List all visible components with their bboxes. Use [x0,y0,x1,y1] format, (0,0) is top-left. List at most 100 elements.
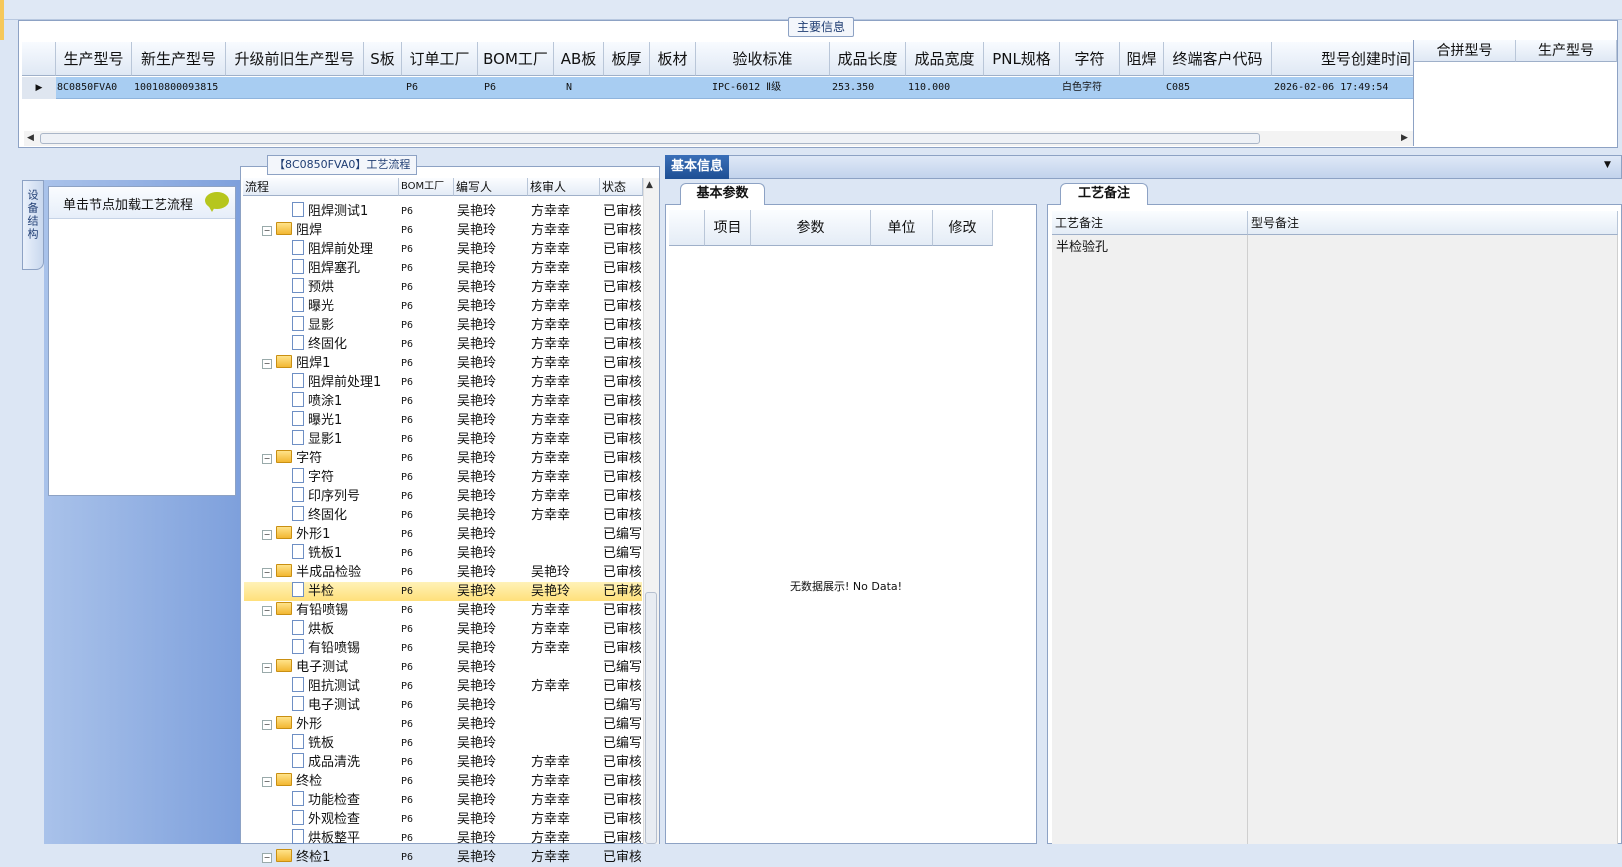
flow-step-row[interactable]: 终固化 P6 吴艳玲 方幸幸 已审核 [244,335,642,354]
flow-step-row[interactable]: 显影1 P6 吴艳玲 方幸幸 已审核 [244,430,642,449]
flow-group-row[interactable]: − 阻焊 P6 吴艳玲 方幸幸 已审核 [244,221,642,240]
param-corner[interactable] [669,210,705,246]
flow-step-row[interactable]: 字符 P6 吴艳玲 方幸幸 已审核 [244,468,642,487]
col-customer[interactable]: 终端客户代码 [1164,42,1272,76]
flow-step-row[interactable]: 功能检查 P6 吴艳玲 方幸幸 已审核 [244,791,642,810]
cell-standard[interactable]: IPC-6012 Ⅱ级 [712,77,830,99]
model-remark-field[interactable] [1248,235,1618,844]
col-merge-prod-model[interactable]: 生产型号 [1516,40,1617,62]
side-tab-structure[interactable]: 设备结构 [22,180,44,270]
cell-order-factory[interactable]: P6 [406,77,478,99]
flow-step-row[interactable]: 阻焊前处理 P6 吴艳玲 方幸幸 已审核 [244,240,642,259]
flow-step-row[interactable]: 终固化 P6 吴艳玲 方幸幸 已审核 [244,506,642,525]
main-hscroll-thumb[interactable] [40,133,1260,144]
flow-step-row[interactable]: 烘板整平 P6 吴艳玲 方幸幸 已审核 [244,829,642,848]
collapse-icon[interactable]: − [262,853,272,863]
flow-step-row[interactable]: 显影 P6 吴艳玲 方幸幸 已审核 [244,316,642,335]
cell-thickness[interactable] [606,77,650,99]
col-flow-bom[interactable]: BOM工厂 [399,178,454,196]
cell-new-model[interactable]: 10010800093815 [134,77,226,99]
col-ab-board[interactable]: AB板 [554,42,604,76]
cell-solder[interactable] [1122,77,1164,99]
col-old-model[interactable]: 升级前旧生产型号 [226,42,364,76]
col-width[interactable]: 成品宽度 [906,42,984,76]
collapse-icon[interactable]: − [262,663,272,673]
scroll-up-icon[interactable]: ▲ [646,180,653,190]
dropdown-arrow-icon[interactable]: ▼ [1604,160,1611,170]
flow-group-row[interactable]: − 电子测试 P6 吴艳玲 已编写 [244,658,642,677]
scroll-left-icon[interactable]: ◀ [27,133,34,143]
collapse-icon[interactable]: − [262,606,272,616]
col-flow-status[interactable]: 状态 [600,178,643,196]
collapse-icon[interactable]: − [262,226,272,236]
flow-vscroll-thumb[interactable] [645,592,657,844]
cell-bom-factory[interactable]: P6 [484,77,554,99]
cell-char[interactable]: 白色字符 [1062,77,1120,99]
cell-material[interactable] [652,77,696,99]
col-standard[interactable]: 验收标准 [696,42,830,76]
col-new-model[interactable]: 新生产型号 [132,42,226,76]
col-param[interactable]: 参数 [751,210,871,246]
flow-group-row[interactable]: − 外形1 P6 吴艳玲 已编写 [244,525,642,544]
flow-group-row[interactable]: − 外形 P6 吴艳玲 已编写 [244,715,642,734]
process-remark-field[interactable] [1052,235,1248,844]
col-created[interactable]: 型号创建时间 [1272,42,1414,76]
flow-step-row[interactable]: 烘板 P6 吴艳玲 方幸幸 已审核 [244,620,642,639]
flow-group-row[interactable]: − 阻焊1 P6 吴艳玲 方幸幸 已审核 [244,354,642,373]
flow-step-row[interactable]: 预烘 P6 吴艳玲 方幸幸 已审核 [244,278,642,297]
flow-group-row[interactable]: − 有铅喷锡 P6 吴艳玲 方幸幸 已审核 [244,601,642,620]
cell-length[interactable]: 253.350 [832,77,906,99]
flow-step-row[interactable]: 阻焊塞孔 P6 吴艳玲 方幸幸 已审核 [244,259,642,278]
flow-group-row[interactable]: − 终检1 P6 吴艳玲 方幸幸 已审核 [244,848,642,867]
tab-base-params[interactable]: 基本参数 [680,183,765,205]
row-header-corner[interactable] [22,42,56,76]
col-flow-reviewer[interactable]: 核审人 [528,178,600,196]
flow-group-row[interactable]: − 半成品检验 P6 吴艳玲 吴艳玲 已审核 [244,563,642,582]
col-pnl[interactable]: PNL规格 [984,42,1060,76]
flow-step-row[interactable]: 成品清洗 P6 吴艳玲 方幸幸 已审核 [244,753,642,772]
flow-step-row[interactable]: 有铅喷锡 P6 吴艳玲 方幸幸 已审核 [244,639,642,658]
flow-step-row[interactable]: 阻焊前处理1 P6 吴艳玲 方幸幸 已审核 [244,373,642,392]
collapse-icon[interactable]: − [262,359,272,369]
cell-old-model[interactable] [228,77,364,99]
cell-created[interactable]: 2026-02-06 17:49:54 [1274,77,1414,99]
collapse-icon[interactable]: − [262,530,272,540]
flow-step-row[interactable]: 阻抗测试 P6 吴艳玲 方幸幸 已审核 [244,677,642,696]
col-flow[interactable]: 流程 [243,178,399,196]
col-item[interactable]: 项目 [705,210,751,246]
tab-process-remark[interactable]: 工艺备注 [1060,183,1148,205]
cell-width[interactable]: 110.000 [908,77,984,99]
flow-group-row[interactable]: − 终检 P6 吴艳玲 方幸幸 已审核 [244,772,642,791]
col-order-factory[interactable]: 订单工厂 [402,42,478,76]
col-flow-writer[interactable]: 编写人 [454,178,528,196]
col-process-remark[interactable]: 工艺备注 [1052,211,1248,235]
flow-step-row[interactable]: 曝光1 P6 吴艳玲 方幸幸 已审核 [244,411,642,430]
flow-step-row[interactable]: 电子测试 P6 吴艳玲 已编写 [244,696,642,715]
col-prod-model[interactable]: 生产型号 [56,42,132,76]
collapse-icon[interactable]: − [262,777,272,787]
col-model-remark[interactable]: 型号备注 [1248,211,1618,235]
tab-base-info[interactable]: 基本信息 [665,155,729,179]
flow-step-row[interactable]: 铣板 P6 吴艳玲 已编写 [244,734,642,753]
col-solder[interactable]: 阻焊 [1120,42,1164,76]
collapse-icon[interactable]: − [262,720,272,730]
flow-step-row[interactable]: 曝光 P6 吴艳玲 方幸幸 已审核 [244,297,642,316]
flow-step-row[interactable]: 铣板1 P6 吴艳玲 已编写 [244,544,642,563]
col-thickness[interactable]: 板厚 [604,42,650,76]
flow-step-row[interactable]: 半检 P6 吴艳玲 吴艳玲 已审核 [244,582,642,601]
cell-ab-board[interactable]: N [566,77,604,99]
col-char[interactable]: 字符 [1060,42,1120,76]
cell-prod-model[interactable]: 8C0850FVA0 [57,77,132,99]
flow-step-row[interactable]: 印序列号 P6 吴艳玲 方幸幸 已审核 [244,487,642,506]
cell-s-board[interactable] [366,77,402,99]
col-bom-factory[interactable]: BOM工厂 [478,42,554,76]
collapse-icon[interactable]: − [262,454,272,464]
col-length[interactable]: 成品长度 [830,42,906,76]
col-s-board[interactable]: S板 [364,42,402,76]
col-modify[interactable]: 修改 [933,210,993,246]
flow-step-row[interactable]: 外观检查 P6 吴艳玲 方幸幸 已审核 [244,810,642,829]
cell-pnl[interactable] [986,77,1060,99]
collapse-icon[interactable]: − [262,568,272,578]
flow-step-row[interactable]: 喷涂1 P6 吴艳玲 方幸幸 已审核 [244,392,642,411]
flow-step-row[interactable]: 阻焊测试1 P6 吴艳玲 方幸幸 已审核 [244,202,642,221]
